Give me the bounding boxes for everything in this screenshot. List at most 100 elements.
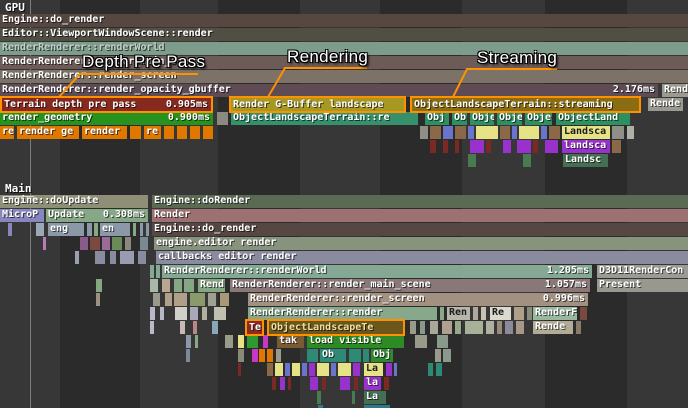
flame-bar[interactable] — [174, 293, 187, 306]
bar-obj[interactable]: Obj — [425, 112, 449, 125]
flame-bar[interactable] — [292, 363, 300, 376]
flame-bar[interactable] — [468, 154, 476, 167]
bar-renderrenderer-renderworld[interactable]: RenderRenderer::renderWorld1.205ms — [162, 265, 592, 278]
flame-bar[interactable] — [340, 377, 350, 390]
flame-bar[interactable] — [165, 293, 172, 306]
bar-engine-do-render[interactable]: Engine::do_render — [152, 223, 688, 236]
flame-bar[interactable] — [443, 349, 451, 362]
bar-objectlandscapete[interactable]: ObjectLandscapeTe — [267, 319, 405, 336]
flame-bar[interactable] — [164, 126, 174, 139]
flame-bar[interactable] — [627, 126, 634, 139]
flame-bar[interactable] — [280, 377, 285, 390]
flame-bar[interactable] — [468, 126, 474, 139]
bar-engine-dorender[interactable]: Engine::doRender — [152, 195, 688, 208]
bar-render-geometry[interactable]: render_geometry0.900ms — [0, 112, 213, 125]
bar-obj[interactable]: Obj — [371, 349, 393, 362]
flame-bar[interactable] — [307, 349, 318, 362]
flame-bar[interactable] — [470, 140, 484, 153]
flame-bar[interactable] — [349, 349, 361, 362]
bar-ob[interactable]: Ob — [320, 349, 346, 362]
flame-bar[interactable] — [125, 237, 131, 250]
flame-bar[interactable] — [102, 237, 110, 250]
flame-bar[interactable] — [428, 363, 433, 376]
flame-bar[interactable] — [612, 140, 621, 153]
flame-bar[interactable] — [497, 321, 502, 334]
flame-bar[interactable] — [272, 377, 276, 390]
flame-bar[interactable] — [120, 251, 134, 264]
flame-bar[interactable] — [322, 377, 326, 390]
flame-bar[interactable] — [430, 321, 438, 334]
flame-bar[interactable] — [394, 363, 397, 376]
flame-bar[interactable] — [96, 279, 102, 292]
flame-bar[interactable] — [317, 391, 321, 404]
flame-bar[interactable] — [440, 307, 444, 320]
flame-bar[interactable] — [430, 140, 436, 153]
bar-re[interactable]: re — [144, 126, 161, 139]
flame-bar[interactable] — [443, 140, 448, 153]
flame-bar[interactable] — [310, 377, 318, 390]
flame-bar[interactable] — [186, 349, 190, 362]
flame-bar[interactable] — [486, 321, 494, 334]
flame-bar[interactable] — [138, 251, 146, 264]
flame-bar[interactable] — [150, 265, 154, 278]
flame-bar[interactable] — [465, 321, 483, 334]
flame-bar[interactable] — [533, 140, 538, 153]
flame-bar[interactable] — [87, 223, 92, 236]
bar-la[interactable]: La — [364, 391, 386, 404]
flame-bar[interactable] — [150, 321, 154, 334]
flame-bar[interactable] — [517, 140, 531, 153]
flame-bar[interactable] — [186, 335, 191, 348]
flame-bar[interactable] — [95, 251, 105, 264]
bar-render[interactable]: Render — [152, 209, 688, 222]
flame-bar[interactable] — [203, 126, 213, 139]
flame-bar[interactable] — [220, 293, 229, 306]
flame-bar[interactable] — [442, 321, 452, 334]
bar-tak[interactable]: tak — [277, 335, 304, 348]
flame-bar[interactable] — [420, 321, 425, 334]
bar-render[interactable]: Render — [662, 84, 688, 97]
flame-bar[interactable] — [541, 126, 547, 139]
flame-bar[interactable] — [309, 363, 315, 376]
flame-bar[interactable] — [80, 237, 88, 250]
flame-bar[interactable] — [214, 307, 226, 320]
flame-bar[interactable] — [208, 293, 216, 306]
flame-bar[interactable] — [193, 321, 197, 334]
flame-bar[interactable] — [523, 154, 531, 167]
flame-bar[interactable] — [140, 237, 148, 250]
bar-callbacks-editor-render[interactable]: callbacks editor render — [156, 251, 688, 264]
flame-bar[interactable] — [338, 363, 351, 376]
flame-bar[interactable] — [90, 237, 100, 250]
bar-d3d11rendercon[interactable]: D3D11RenderCon — [597, 265, 688, 278]
bar-landsca[interactable]: Landsca — [562, 126, 610, 139]
bar-te[interactable]: Te — [245, 319, 264, 336]
bar-editor-viewportwindowscene-render[interactable]: Editor::ViewportWindowScene::render — [0, 28, 688, 41]
bar-obje[interactable]: Obje — [497, 112, 522, 125]
bar-objectland[interactable]: ObjectLand — [556, 112, 630, 125]
flame-bar[interactable] — [146, 223, 149, 236]
bar-rend[interactable]: Rend — [198, 279, 225, 292]
bar-microp[interactable]: MicroP — [0, 209, 44, 222]
flame-bar[interactable] — [252, 349, 258, 362]
flame-bar[interactable] — [110, 251, 116, 264]
bar-eng[interactable]: eng — [48, 223, 84, 236]
flame-bar[interactable] — [177, 126, 187, 139]
bar-render-ge[interactable]: render ge — [17, 126, 79, 139]
flame-bar[interactable] — [455, 126, 466, 139]
flame-bar[interactable] — [212, 321, 218, 334]
flame-bar[interactable] — [415, 335, 427, 348]
flame-bar[interactable] — [259, 349, 265, 362]
flame-bar[interactable] — [112, 237, 122, 250]
flame-bar[interactable] — [430, 126, 441, 139]
flame-bar[interactable] — [576, 321, 581, 334]
flame-bar[interactable] — [476, 126, 498, 139]
bar-engine-editor-render[interactable]: engine.editor render — [154, 237, 688, 250]
flame-bar[interactable] — [140, 223, 143, 236]
flame-bar[interactable] — [275, 363, 283, 376]
flame-bar[interactable] — [184, 279, 194, 292]
bar-objectlandscapeterrain-streaming[interactable]: ObjectLandscapeTerrain::streaming — [410, 96, 641, 113]
flame-bar[interactable] — [217, 112, 228, 125]
flame-bar[interactable] — [195, 335, 198, 348]
flame-bar[interactable] — [384, 377, 389, 390]
flame-bar[interactable] — [190, 126, 200, 139]
flame-bar[interactable] — [156, 265, 160, 278]
